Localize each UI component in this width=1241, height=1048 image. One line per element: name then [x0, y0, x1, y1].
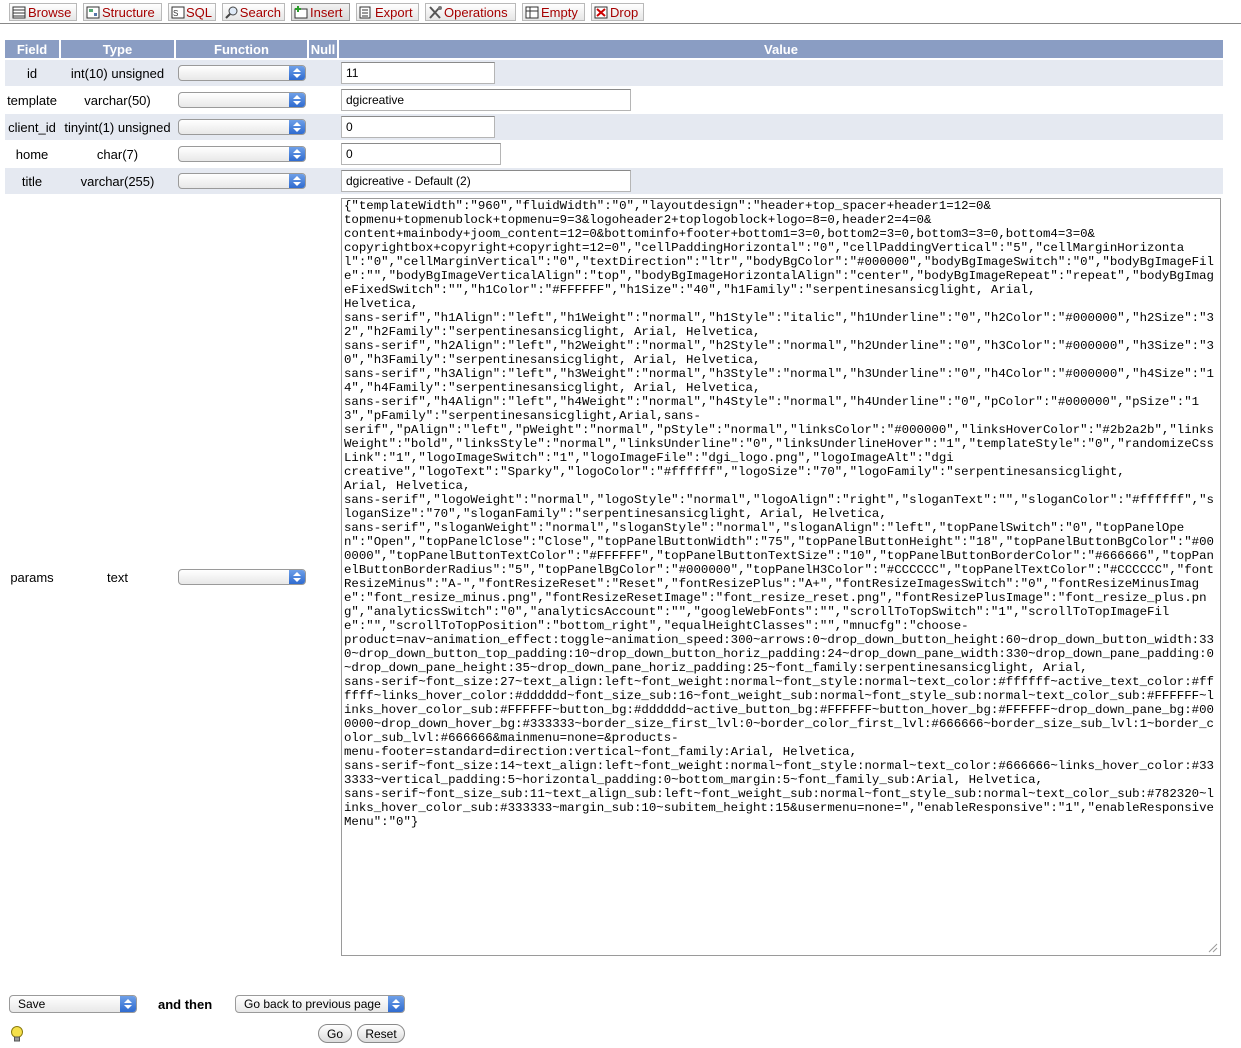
svg-text:S: S — [173, 9, 178, 18]
value-input[interactable]: 0 — [341, 116, 495, 138]
value-input[interactable]: 0 — [341, 143, 501, 165]
tab-structure-label: Structure — [102, 4, 155, 20]
field-name: home — [15, 146, 49, 162]
tab-sql[interactable]: S SQL — [168, 3, 216, 21]
function-select[interactable] — [178, 173, 306, 189]
sql-icon: S — [171, 6, 185, 19]
table-row: template varchar(50) dgicreative — [5, 87, 1223, 113]
tab-empty[interactable]: Empty — [522, 3, 585, 21]
table-row: home char(7) 0 — [5, 141, 1223, 167]
chevron-updown-icon — [289, 93, 305, 107]
tab-export[interactable]: Export — [356, 3, 419, 21]
export-icon — [359, 6, 373, 19]
and-then-label: and then — [158, 997, 213, 1012]
tab-export-label: Export — [375, 4, 413, 20]
tab-operations-label: Operations — [444, 4, 508, 20]
chevron-updown-icon — [289, 174, 305, 188]
function-select[interactable] — [178, 65, 306, 81]
tab-sql-label: SQL — [185, 4, 212, 20]
function-select[interactable] — [178, 569, 306, 585]
chevron-updown-icon — [289, 66, 305, 80]
function-select[interactable] — [178, 92, 306, 108]
after-insert-select[interactable]: Go back to previous page — [235, 995, 405, 1013]
empty-icon — [525, 6, 539, 19]
tab-insert-label: Insert — [310, 4, 343, 20]
chevron-updown-icon — [289, 147, 305, 161]
value-input[interactable]: dgicreative - Default (2) — [341, 170, 631, 192]
resize-grip-icon[interactable] — [1208, 943, 1218, 953]
table-row: title varchar(255) dgicreative - Default… — [5, 168, 1223, 194]
function-select[interactable] — [178, 146, 306, 162]
chevron-updown-icon — [388, 996, 404, 1012]
field-name: template — [7, 92, 57, 108]
go-button[interactable]: Go — [318, 1024, 352, 1043]
value-input[interactable]: 11 — [341, 62, 495, 84]
column-header-function: Function — [176, 40, 307, 58]
chevron-updown-icon — [120, 996, 136, 1012]
tab-operations[interactable]: Operations — [425, 3, 516, 21]
tab-structure[interactable]: Structure — [83, 3, 162, 21]
field-type: varchar(50) — [84, 92, 151, 108]
field-type: int(10) unsigned — [70, 65, 165, 81]
field-name: client_id — [8, 119, 56, 135]
search-icon — [225, 6, 238, 19]
column-header-type: Type — [61, 40, 174, 58]
tab-empty-label: Empty — [541, 4, 578, 20]
action-select-value: Save — [18, 997, 46, 1011]
tab-search[interactable]: Search — [222, 3, 285, 21]
operations-icon — [428, 5, 442, 19]
structure-icon — [86, 6, 100, 19]
value-input[interactable]: dgicreative — [341, 89, 631, 111]
browse-icon — [12, 6, 26, 19]
params-textarea[interactable]: {"templateWidth":"960","fluidWidth":"0",… — [341, 198, 1221, 956]
tab-browse-label: Browse — [28, 4, 72, 20]
field-type: char(7) — [96, 146, 139, 162]
column-header-field: Field — [5, 40, 59, 58]
field-name: title — [21, 173, 43, 189]
table-tab-bar: Browse Structure S SQL Search Insert Exp… — [0, 0, 1241, 24]
drop-icon — [594, 6, 608, 19]
lightbulb-icon — [11, 1026, 23, 1042]
tab-search-label: Search — [239, 4, 281, 20]
function-select[interactable] — [178, 119, 306, 135]
field-type: text — [107, 569, 128, 585]
reset-button[interactable]: Reset — [357, 1024, 405, 1043]
chevron-updown-icon — [289, 570, 305, 584]
tab-drop-label: Drop — [610, 4, 639, 20]
chevron-updown-icon — [289, 120, 305, 134]
column-header-null: Null — [309, 40, 337, 58]
field-type: tinyint(1) unsigned — [64, 119, 171, 135]
table-row: client_id tinyint(1) unsigned 0 — [5, 114, 1223, 140]
table-row: id int(10) unsigned 11 — [5, 60, 1223, 86]
tab-browse[interactable]: Browse — [9, 3, 77, 21]
after-insert-select-value: Go back to previous page — [244, 997, 381, 1011]
tab-insert[interactable]: Insert — [291, 3, 350, 21]
field-type: varchar(255) — [80, 173, 155, 189]
action-select[interactable]: Save — [9, 995, 137, 1013]
column-header-value: Value — [339, 40, 1223, 58]
field-name: id — [26, 65, 38, 81]
insert-icon — [294, 5, 308, 19]
field-name: params — [10, 569, 54, 585]
tab-drop[interactable]: Drop — [591, 3, 644, 21]
